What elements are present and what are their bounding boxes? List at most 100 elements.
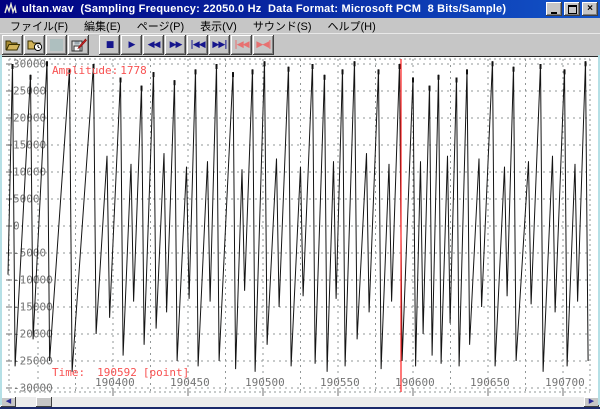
scroll-right-button[interactable]: ▶: [584, 397, 599, 407]
menu-item-view[interactable]: 表示(V): [192, 17, 245, 35]
y-axis-label: -30000: [13, 382, 53, 395]
x-axis-label: 190650: [470, 376, 510, 389]
y-axis-label: 5000: [13, 193, 40, 206]
waveform-peak-cap: [438, 75, 440, 80]
save-button[interactable]: [68, 35, 89, 55]
waveform-peak-cap: [378, 69, 380, 74]
marker-left-icon: |◀◀: [234, 41, 248, 50]
waveform-peak-cap: [354, 61, 356, 66]
fast-forward-button[interactable]: ▶▶: [165, 35, 186, 55]
open-button[interactable]: [2, 35, 23, 55]
menu-item-help[interactable]: ヘルプ(H): [320, 17, 384, 35]
waveform-peak-cap: [492, 61, 494, 66]
window-left-border: [0, 55, 2, 405]
minimize-icon: [551, 12, 557, 14]
waveform-peak-cap: [120, 78, 122, 83]
waveform-peak-cap: [232, 72, 234, 77]
waveform-peak-cap: [264, 61, 266, 66]
folder-clock-icon: [27, 38, 43, 52]
scroll-left-icon: ◀: [6, 397, 11, 407]
waveform-peak-cap: [153, 72, 155, 77]
play-icon: ▶: [129, 41, 135, 50]
window-controls: ×: [546, 2, 598, 16]
waveform-peak-cap: [252, 69, 254, 74]
minimize-button[interactable]: [546, 2, 562, 16]
waveform-peak-cap: [216, 64, 218, 69]
waveform-peak-cap: [288, 67, 290, 72]
waveform-path: [8, 61, 588, 372]
waveform-view[interactable]: 300002500020000150001000050000-5000-1000…: [0, 56, 600, 397]
scroll-left-button[interactable]: ◀: [1, 397, 16, 407]
time-unit: [point]: [143, 366, 189, 379]
close-icon: ×: [587, 3, 593, 15]
window-title: ultan.wav (Sampling Frequency: 22050.0 H…: [22, 3, 546, 15]
waveform-peak-cap: [585, 61, 587, 66]
x-axis-label: 190550: [320, 376, 360, 389]
waveform-peak-cap: [540, 64, 542, 69]
stop-button[interactable]: ■: [99, 35, 120, 55]
maximize-icon: [568, 5, 577, 14]
stop-icon: ■: [106, 41, 114, 50]
waveform-peak-cap: [174, 80, 176, 85]
amplitude-label: Amplitude:: [52, 64, 118, 77]
folder-open-icon: [5, 38, 21, 52]
waveform-plot[interactable]: 300002500020000150001000050000-5000-1000…: [0, 57, 600, 397]
time-label: Time:: [52, 366, 85, 379]
marker-right-icon: ▶◀|: [256, 41, 270, 50]
waveform-peak-cap: [513, 67, 515, 72]
rewind-icon: ◀◀: [148, 41, 160, 50]
rewind-button[interactable]: ◀◀: [143, 35, 164, 55]
amplitude-readout: Amplitude: 1778: [52, 64, 147, 77]
waveform-peak-cap: [12, 64, 14, 69]
y-axis-label: -5000: [13, 247, 46, 260]
app-window: ultan.wav (Sampling Frequency: 22050.0 H…: [0, 0, 600, 409]
time-value: 190592: [97, 366, 137, 379]
app-icon: [3, 2, 18, 16]
skip-start-button[interactable]: |◀◀: [187, 35, 208, 55]
waveform-peak-cap: [342, 69, 344, 74]
floppy-pencil-icon: [71, 38, 87, 52]
skip-end-icon: ▶▶|: [212, 41, 226, 50]
blank-icon: [50, 39, 63, 51]
close-button[interactable]: ×: [582, 2, 598, 16]
y-axis-label: -25000: [13, 355, 53, 368]
menu-item-page[interactable]: ページ(P): [129, 17, 192, 35]
menu-item-sound[interactable]: サウンド(S): [245, 17, 320, 35]
toolbar: ■ ▶ ◀◀ ▶▶ |◀◀ ▶▶| |◀◀ ▶◀|: [0, 33, 600, 56]
waveform-peak-cap: [412, 78, 414, 83]
time-readout: Time: 190592 [point]: [52, 366, 189, 379]
marker-right-button[interactable]: ▶◀|: [253, 35, 274, 55]
amplitude-value: 1778: [120, 64, 147, 77]
horizontal-scrollbar[interactable]: ◀ ▶: [0, 397, 600, 407]
waveform-peak-cap: [312, 64, 314, 69]
waveform-peak-cap: [456, 78, 458, 83]
menu-item-edit[interactable]: 編集(E): [76, 17, 129, 35]
marker-left-button[interactable]: |◀◀: [231, 35, 252, 55]
scrollbar-thumb[interactable]: [36, 397, 52, 407]
maximize-button[interactable]: [564, 2, 580, 16]
waveform-peak-cap: [564, 69, 566, 74]
x-axis-label: 190500: [245, 376, 285, 389]
waveform-peak-cap: [46, 61, 48, 66]
waveform-peak-cap: [429, 86, 431, 91]
waveform-peak-cap: [324, 75, 326, 80]
blank-disabled-button[interactable]: [46, 35, 67, 55]
waveform-peak-cap: [30, 75, 32, 80]
x-axis-label: 190700: [545, 376, 585, 389]
menu-bar: ファイル(F)編集(E)ページ(P)表示(V)サウンド(S)ヘルプ(H): [0, 18, 600, 33]
fast-forward-icon: ▶▶: [170, 41, 182, 50]
open-recent-button[interactable]: [24, 35, 45, 55]
waveform-peak-cap: [195, 69, 197, 74]
y-axis-label: 30000: [13, 58, 46, 71]
scroll-right-icon: ▶: [589, 397, 594, 407]
play-button[interactable]: ▶: [121, 35, 142, 55]
waveform-peak-cap: [399, 64, 401, 69]
menu-item-file[interactable]: ファイル(F): [2, 17, 76, 35]
skip-start-icon: |◀◀: [190, 41, 204, 50]
skip-end-button[interactable]: ▶▶|: [209, 35, 230, 55]
title-bar[interactable]: ultan.wav (Sampling Frequency: 22050.0 H…: [0, 0, 600, 18]
y-axis-label: 15000: [13, 139, 46, 152]
waveform-peak-cap: [466, 69, 468, 74]
y-axis-label: 20000: [13, 112, 46, 125]
waveform-peak-cap: [141, 86, 143, 91]
